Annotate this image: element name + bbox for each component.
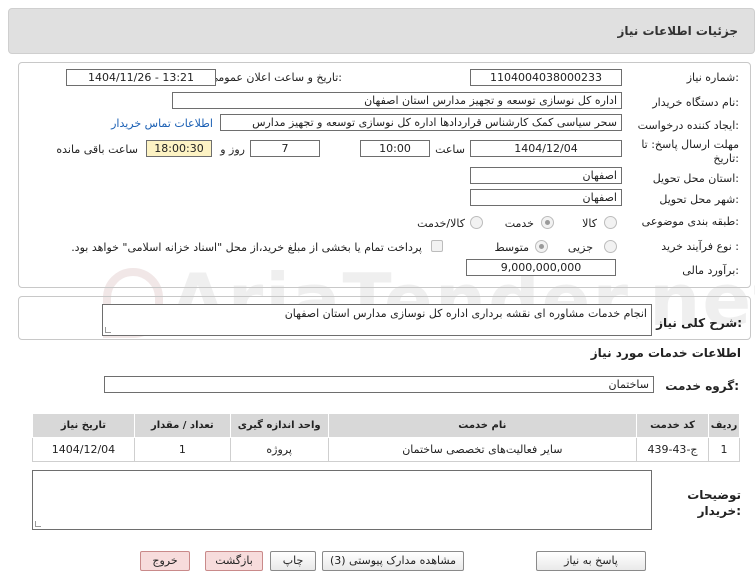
city-label: شهر محل تحویل:	[659, 193, 739, 206]
cell-row: 1	[707, 437, 741, 462]
page-title: جزئیات اطلاعات نیاز	[617, 24, 738, 38]
creator-label: ایجاد کننده درخواست:	[637, 119, 739, 132]
buyer-org-label: نام دستگاه خریدار:	[652, 96, 739, 109]
table-header-row: تاریخ نیاز تعداد / مقدار واحد اندازه گیر…	[32, 413, 741, 438]
deadline-time-field: 10:00	[360, 140, 430, 157]
description-textarea: انجام خدمات مشاوره ای نقشه برداری اداره …	[102, 304, 652, 336]
days-label: روز و	[220, 143, 245, 156]
announce-field: 1404/11/26 - 13:21	[66, 69, 216, 86]
process-label: نوع فرآیند خرید :	[661, 240, 739, 253]
budget-label: برآورد مالی:	[682, 264, 739, 277]
days-field: 7	[250, 140, 320, 157]
reply-button[interactable]: پاسخ به نیاز	[536, 551, 646, 571]
deadline-date-field: 1404/12/04	[470, 140, 622, 157]
description-label: شرح کلی نیاز:	[656, 316, 742, 330]
buyer-notes-textarea[interactable]	[32, 470, 652, 530]
process-option-medium: متوسط	[494, 241, 529, 254]
cell-date: 1404/12/04	[32, 437, 135, 462]
service-group-label: گروه خدمت:	[665, 379, 739, 393]
category-radio-service[interactable]	[541, 216, 554, 229]
buyer-org-field: اداره کل نوسازی توسعه و تجهیز مدارس استا…	[172, 92, 622, 109]
cell-name: سایر فعالیت‌های تخصصی ساختمان	[327, 437, 638, 462]
remaining-label: ساعت باقی مانده	[56, 143, 138, 156]
creator-field: سحر سیاسی کمک کارشناس قراردادها اداره کل…	[220, 114, 622, 131]
province-field: اصفهان	[470, 167, 622, 184]
col-name: نام خدمت	[327, 413, 638, 438]
resize-grip-icon[interactable]	[105, 327, 111, 333]
category-label: طبقه بندی موضوعی:	[641, 215, 739, 228]
services-table: تاریخ نیاز تعداد / مقدار واحد اندازه گیر…	[32, 413, 741, 462]
col-date: تاریخ نیاز	[32, 413, 135, 438]
cell-code: ج-43-439	[636, 437, 709, 462]
back-button[interactable]: بازگشت	[205, 551, 263, 571]
services-section-title: اطلاعات خدمات مورد نیاز	[590, 346, 741, 360]
need-number-field: 1104004038000233	[470, 69, 622, 86]
description-text: انجام خدمات مشاوره ای نقشه برداری اداره …	[284, 307, 647, 320]
announce-label: تاریخ و ساعت اعلان عمومی:	[209, 71, 342, 84]
col-qty: تعداد / مقدار	[133, 413, 231, 438]
cell-qty: 1	[133, 437, 231, 462]
attachments-button[interactable]: مشاهده مدارک پیوستی (3)	[322, 551, 464, 571]
col-code: کد خدمت	[636, 413, 709, 438]
resize-grip-icon[interactable]	[35, 521, 41, 527]
category-radio-goods-service[interactable]	[470, 216, 483, 229]
treasury-payment-checkbox[interactable]	[431, 240, 443, 252]
budget-field: 9,000,000,000	[466, 259, 616, 276]
buyer-contact-link[interactable]: اطلاعات تماس خریدار	[111, 117, 213, 130]
table-row: 1404/12/04 1 پروژه سایر فعالیت‌های تخصصی…	[32, 437, 741, 462]
exit-button[interactable]: خروج	[140, 551, 190, 571]
col-row: ردیف	[707, 413, 741, 438]
process-radio-minor[interactable]	[604, 240, 617, 253]
payment-note: پرداخت تمام یا بخشی از مبلغ خرید،از محل …	[71, 241, 422, 254]
print-button[interactable]: چاپ	[270, 551, 316, 571]
deadline-time-label: ساعت	[435, 143, 465, 156]
deadline-label: مهلت ارسال پاسخ: تا تاریخ:	[641, 138, 739, 165]
cell-unit: پروژه	[229, 437, 329, 462]
province-label: استان محل تحویل:	[652, 172, 739, 185]
category-option-goods: کالا	[582, 217, 597, 230]
process-option-minor: جزیی	[567, 241, 593, 254]
buyer-notes-label: توضیحات خریدار:	[687, 488, 741, 518]
col-unit: واحد اندازه گیری	[229, 413, 329, 438]
need-number-label: شماره نیاز:	[686, 71, 739, 84]
category-option-service: خدمت	[504, 217, 534, 230]
city-field: اصفهان	[470, 189, 622, 206]
category-option-goods-service: کالا/خدمت	[417, 217, 465, 230]
category-radio-goods[interactable]	[604, 216, 617, 229]
service-group-field: ساختمان	[104, 376, 654, 393]
process-radio-medium[interactable]	[535, 240, 548, 253]
remaining-time-field: 18:00:30	[146, 140, 212, 157]
page-header: جزئیات اطلاعات نیاز	[8, 8, 755, 54]
